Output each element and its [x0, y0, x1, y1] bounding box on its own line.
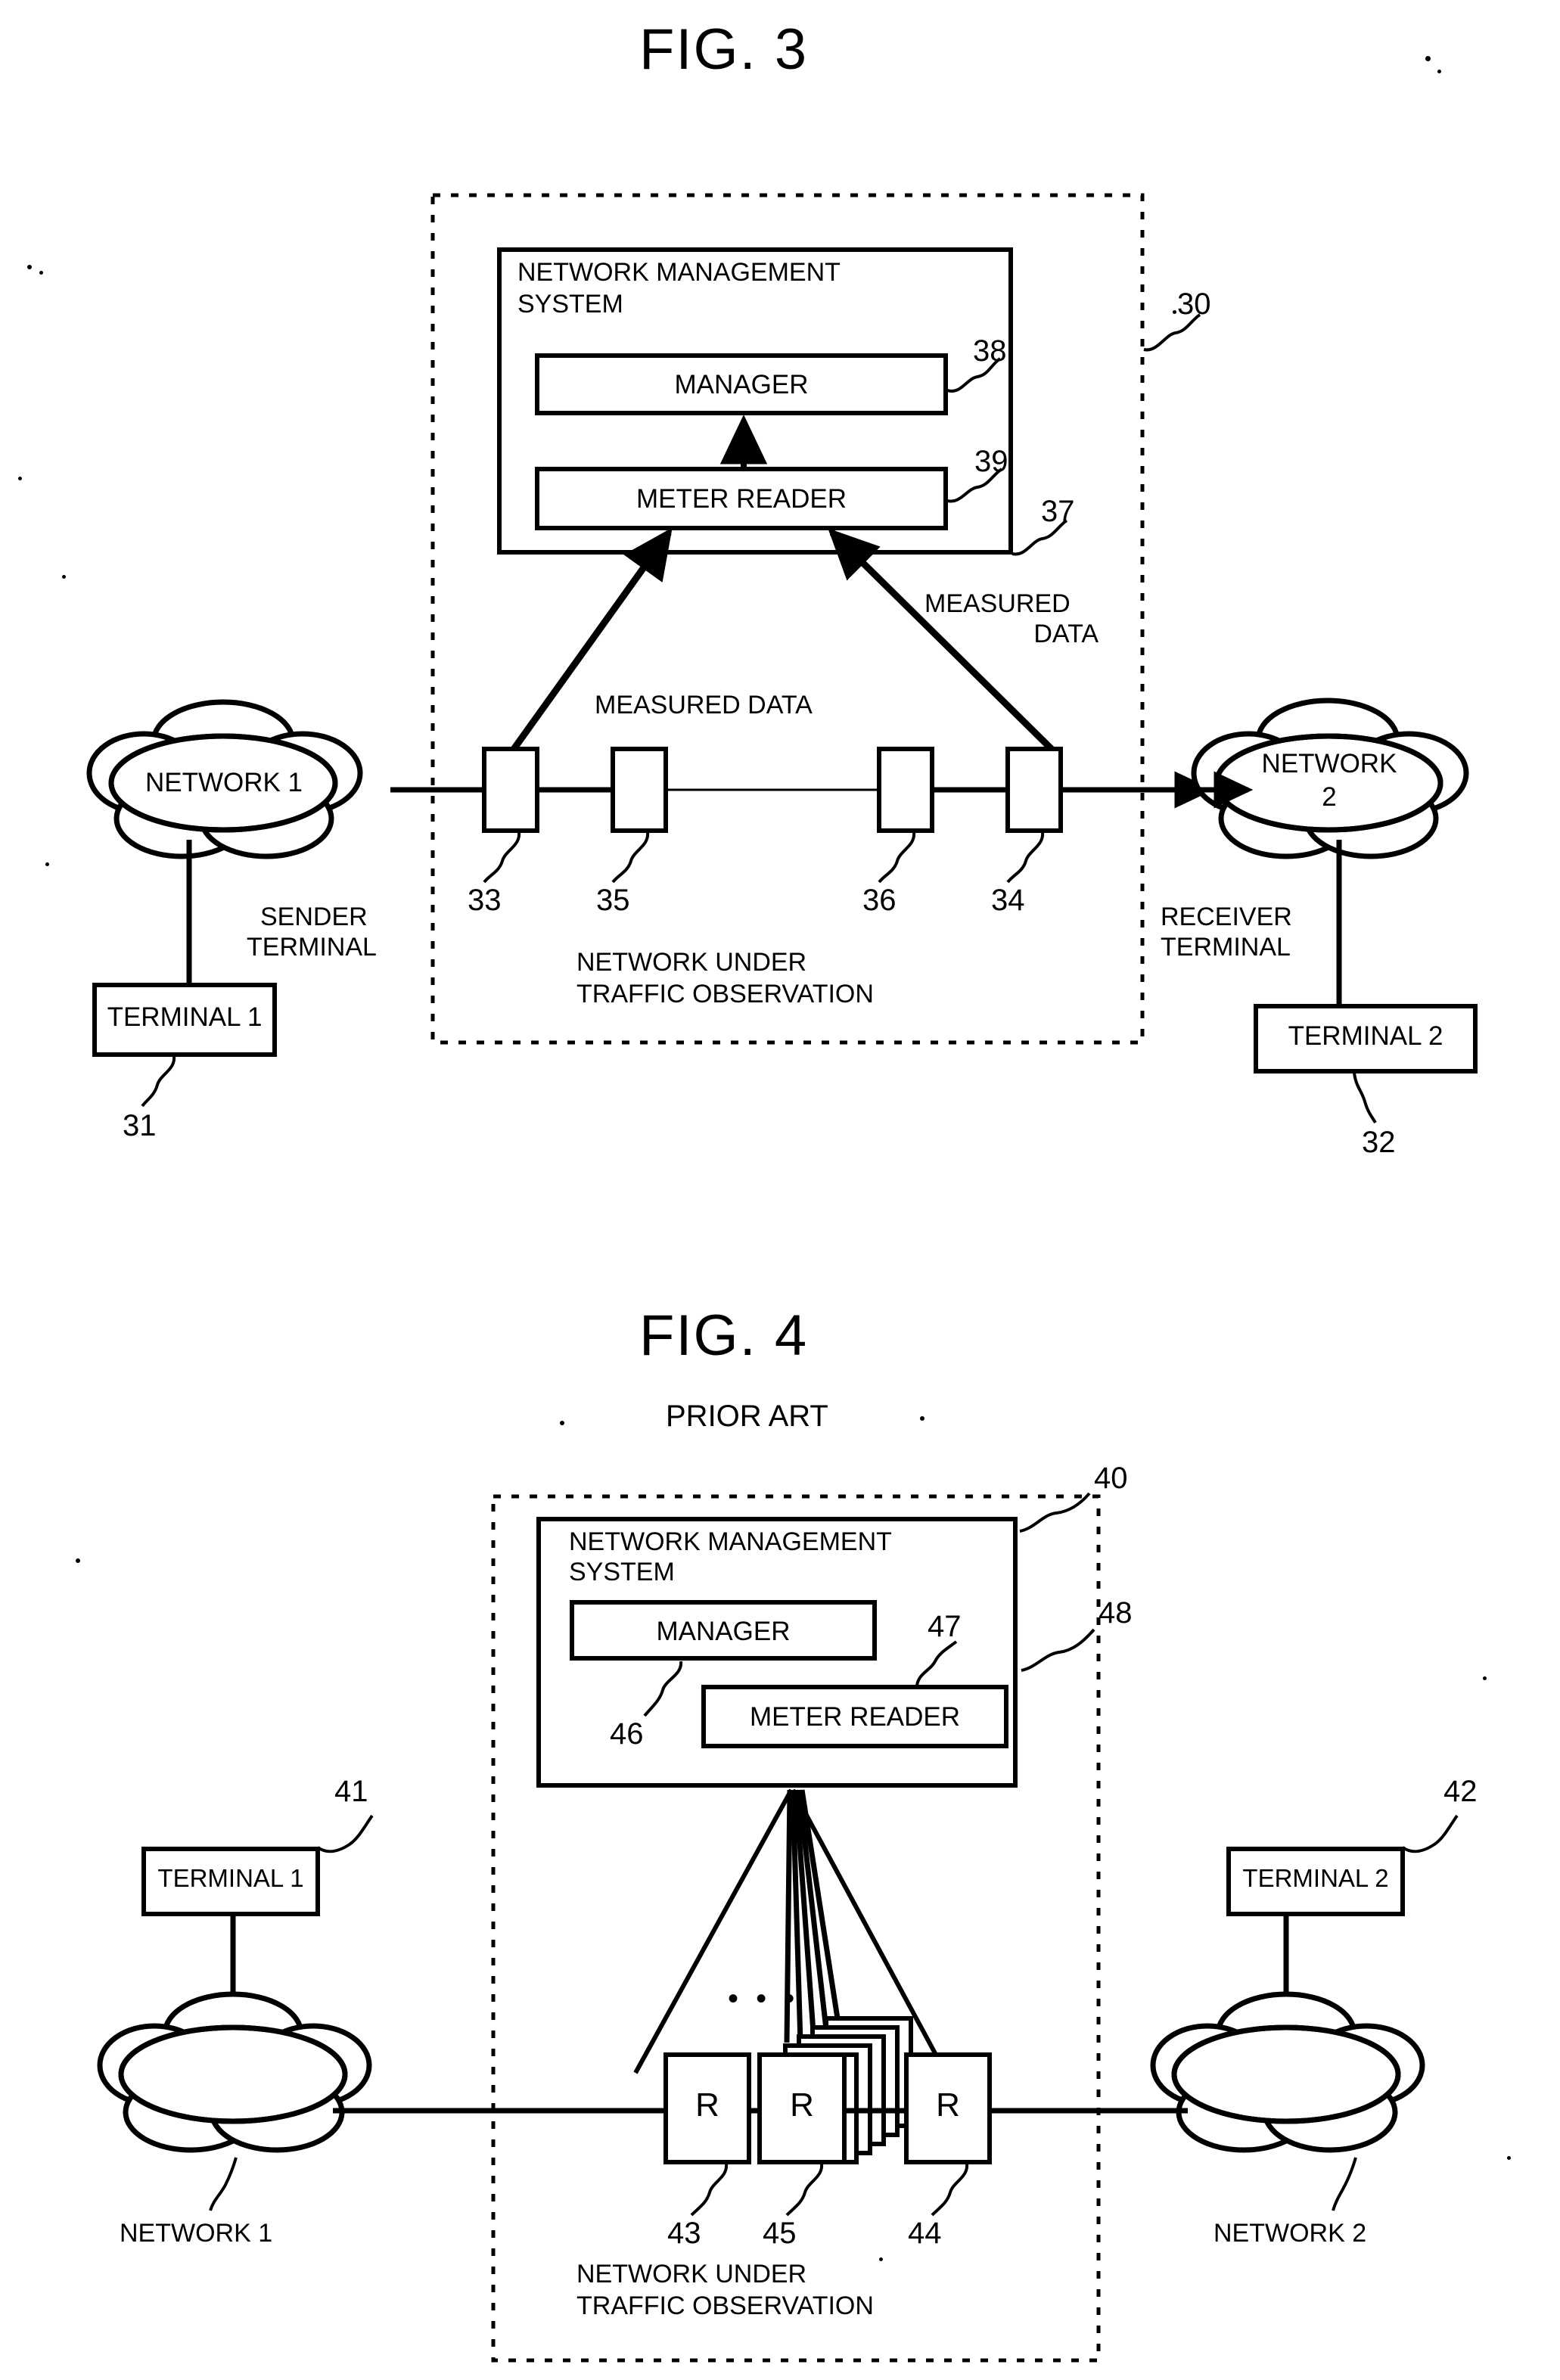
fig4-leader-48 — [1021, 1628, 1095, 1672]
fig4-nms-title-line2: SYSTEM — [569, 1558, 675, 1586]
fig4-manager-label: MANAGER — [656, 1617, 791, 1646]
fig4-network2-cloud-interior — [1180, 2033, 1392, 2116]
fig3-ref-32: 32 — [1362, 1126, 1396, 1159]
fig3-ref-34: 34 — [991, 884, 1025, 917]
scan-speck — [1437, 70, 1441, 73]
scan-speck — [879, 2257, 883, 2261]
fig3-title: FIG. 3 — [639, 17, 809, 82]
fig4-network1-label: NETWORK 1 — [120, 2219, 273, 2248]
scan-speck — [39, 271, 43, 275]
fig4-leader-41 — [316, 1814, 374, 1853]
fig4-nms-title-line1: NETWORK MANAGEMENT — [569, 1527, 892, 1556]
fig3-boundary-label-line1: NETWORK UNDER — [576, 948, 807, 977]
fig4-ref-43: 43 — [667, 2217, 701, 2250]
fig4-network2-label: NETWORK 2 — [1214, 2219, 1367, 2248]
fig3-ref-31: 31 — [123, 1109, 157, 1142]
fig3-leader-31 — [141, 1055, 176, 1108]
scan-speck — [1483, 1676, 1487, 1680]
fig4-leader-47 — [915, 1640, 958, 1686]
fig3-node-34 — [1005, 747, 1063, 833]
fig3-terminal2-label: TERMINAL 2 — [1288, 1021, 1443, 1051]
fig4-ref-46: 46 — [610, 1717, 644, 1751]
fig4-network1-cloud-interior — [127, 2033, 339, 2116]
scan-speck — [45, 862, 49, 866]
fig4-terminal1-label: TERMINAL 1 — [157, 1864, 304, 1892]
fig4-leader-46 — [643, 1661, 683, 1717]
fig4-leader-43 — [690, 2163, 729, 2217]
scan-speck — [76, 1558, 80, 1563]
fig3-leader-33 — [483, 831, 521, 884]
patent-figure-sheet: FIG. 3 NETWORK MANAGEMENT SYSTEM MANAGER… — [0, 0, 1560, 2380]
fig4-ref-42: 42 — [1443, 1775, 1478, 1808]
fig3-leader-36 — [878, 831, 916, 884]
fig3-terminal1-label: TERMINAL 1 — [107, 1002, 263, 1032]
fig4-router-43-label: R — [695, 2086, 719, 2124]
fig3-measured-data-right-line1: MEASURED — [925, 589, 1071, 618]
fig3-meter-reader-label: METER READER — [635, 484, 847, 514]
fig3-manager-label: MANAGER — [674, 370, 809, 399]
fig3-measured-data-right-line2: DATA — [1033, 620, 1099, 648]
fig3-ref-35: 35 — [596, 884, 630, 917]
fig3-ref-38: 38 — [973, 334, 1007, 368]
fig4-meter-reader-label: METER READER — [749, 1702, 961, 1732]
fig3-nms-title-line2: SYSTEM — [517, 290, 623, 318]
fig3-network1-label: NETWORK 1 — [145, 768, 303, 797]
fig4-title: FIG. 4 — [639, 1303, 809, 1368]
fig3-receiver-terminal-line1: RECEIVER — [1161, 903, 1292, 931]
fig3-node-36 — [877, 747, 934, 833]
fig3-ref-36: 36 — [862, 884, 897, 917]
fig4-ref-40: 40 — [1094, 1462, 1128, 1495]
fig3-sender-terminal-line1: SENDER — [260, 903, 368, 931]
fig4-leader-network1 — [209, 2157, 238, 2211]
fig3-node-33 — [482, 747, 539, 833]
fig4-ref-45: 45 — [763, 2217, 797, 2250]
figure-linework — [86, 193, 1478, 2363]
fig4-router-44-label: R — [936, 2086, 960, 2124]
scan-speck — [27, 265, 32, 269]
fig4-leader-network2 — [1332, 2157, 1357, 2211]
fig4-leader-42 — [1401, 1814, 1459, 1853]
scan-speck — [62, 575, 66, 579]
fig3-network2-label-line2: 2 — [1322, 782, 1337, 812]
fig4-leader-40 — [1019, 1492, 1091, 1533]
scan-speck — [1425, 56, 1431, 61]
fig4-terminal2-label: TERMINAL 2 — [1242, 1864, 1389, 1892]
fig3-receiver-terminal-line2: TERMINAL — [1161, 933, 1291, 962]
fig3-ref-30: 30 — [1177, 287, 1211, 321]
fig4-ref-41: 41 — [334, 1775, 368, 1808]
scan-speck — [1173, 310, 1176, 314]
fig3-arrow-measured-data-left — [505, 527, 673, 759]
fig4-boundary-label-line1: NETWORK UNDER — [576, 2260, 807, 2288]
scan-speck — [920, 1416, 925, 1421]
fig3-nms-title-line1: NETWORK MANAGEMENT — [517, 258, 841, 287]
fig3-sender-terminal-line2: TERMINAL — [247, 933, 377, 962]
fig4-leader-45 — [785, 2163, 824, 2217]
fig3-leader-34 — [1006, 831, 1045, 884]
fig3-leader-32 — [1353, 1072, 1377, 1124]
scan-speck — [1507, 2156, 1511, 2160]
fig3-boundary-label-line2: TRAFFIC OBSERVATION — [576, 980, 874, 1008]
fig4-ref-47: 47 — [928, 1610, 962, 1643]
fig4-router-ellipsis: • • • — [728, 1982, 800, 2015]
fig3-leader-35 — [611, 831, 650, 884]
fig3-ref-37: 37 — [1041, 495, 1075, 528]
scan-speck — [560, 1421, 564, 1425]
fig4-ref-44: 44 — [908, 2217, 942, 2250]
fig3-ref-39: 39 — [974, 445, 1008, 478]
fig3-node-35 — [611, 747, 668, 833]
fig4-subtitle: PRIOR ART — [666, 1400, 828, 1433]
scan-speck — [18, 477, 22, 480]
fig4-router-45-label: R — [790, 2086, 814, 2124]
fig4-leader-44 — [931, 2163, 969, 2217]
fig4-ref-48: 48 — [1099, 1596, 1133, 1630]
fig3-network2-label-line1: NETWORK — [1261, 749, 1397, 778]
fig3-measured-data-left-label: MEASURED DATA — [595, 691, 813, 719]
fig3-ref-33: 33 — [468, 884, 502, 917]
fig4-boundary-label-line2: TRAFFIC OBSERVATION — [576, 2291, 874, 2320]
